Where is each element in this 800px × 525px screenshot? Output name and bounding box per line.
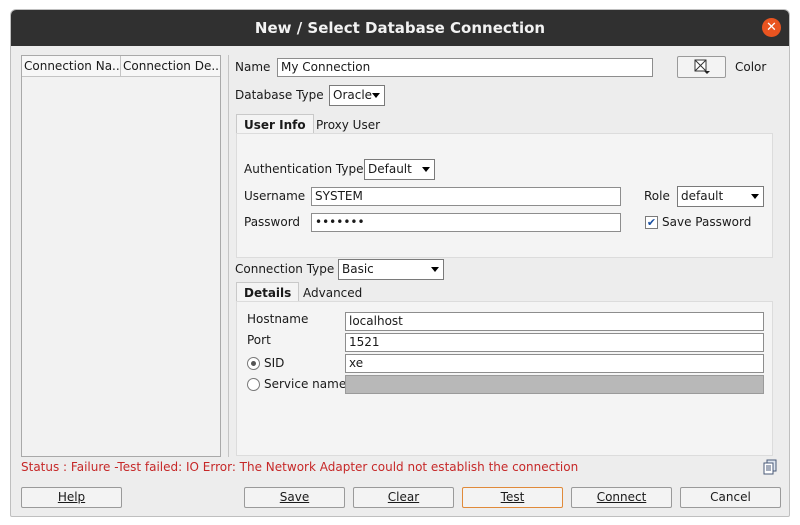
- dialog-window: New / Select Database Connection ✕ Conne…: [10, 9, 790, 517]
- role-value: default: [681, 189, 724, 203]
- tab-proxy-user[interactable]: Proxy User: [309, 115, 387, 135]
- dialog-title: New / Select Database Connection: [254, 19, 546, 37]
- title-bar: New / Select Database Connection ✕: [11, 10, 789, 46]
- username-label: Username: [244, 189, 306, 203]
- test-button[interactable]: Test: [462, 487, 563, 508]
- connection-type-select[interactable]: Basic: [338, 259, 444, 280]
- chevron-down-icon: [372, 93, 380, 98]
- authentication-type-label: Authentication Type: [244, 162, 364, 176]
- test-button-label: Test: [500, 490, 525, 504]
- connection-type-label: Connection Type: [235, 262, 335, 276]
- chevron-down-icon: [422, 167, 430, 172]
- authentication-type-value: Default: [368, 162, 412, 176]
- port-label: Port: [247, 333, 271, 347]
- password-label: Password: [244, 215, 301, 229]
- sid-input[interactable]: xe: [345, 354, 764, 373]
- clear-button[interactable]: Clear: [353, 487, 454, 508]
- connect-button-label: Connect: [596, 490, 647, 504]
- column-header-connection-details[interactable]: Connection De...: [121, 56, 220, 77]
- hostname-input[interactable]: localhost: [345, 312, 764, 331]
- copy-icon[interactable]: [762, 459, 778, 478]
- service-name-input: [345, 375, 764, 394]
- cancel-button-label: Cancel: [710, 490, 751, 504]
- tab-details[interactable]: Details: [236, 282, 300, 303]
- service-name-label: Service name: [264, 377, 347, 391]
- hostname-label: Hostname: [247, 312, 309, 326]
- splitter[interactable]: [228, 55, 229, 457]
- role-select[interactable]: default: [677, 186, 764, 207]
- cancel-button[interactable]: Cancel: [680, 487, 781, 508]
- save-password-label: Save Password: [662, 215, 752, 229]
- role-label: Role: [644, 189, 670, 203]
- password-input[interactable]: •••••••: [311, 213, 621, 232]
- clear-button-label: Clear: [387, 490, 420, 504]
- help-button[interactable]: Help: [21, 487, 122, 508]
- sid-label: SID: [264, 356, 285, 370]
- service-name-radio[interactable]: [247, 378, 260, 391]
- color-picker-button[interactable]: [677, 56, 726, 78]
- authentication-type-select[interactable]: Default: [364, 159, 435, 180]
- save-password-checkbox[interactable]: ✔: [645, 216, 658, 229]
- column-header-connection-name[interactable]: Connection Na...: [22, 56, 121, 77]
- database-type-value: Oracle: [333, 88, 373, 102]
- clipboard-icon: [763, 459, 777, 475]
- connect-button[interactable]: Connect: [571, 487, 672, 508]
- tab-user-info[interactable]: User Info: [236, 114, 314, 135]
- save-button[interactable]: Save: [244, 487, 345, 508]
- port-input[interactable]: 1521: [345, 333, 764, 352]
- help-button-label: Help: [57, 490, 86, 504]
- connections-table[interactable]: Connection Na... Connection De...: [21, 55, 221, 457]
- chevron-down-icon: [431, 267, 439, 272]
- database-type-label: Database Type: [235, 88, 324, 102]
- name-label: Name: [235, 60, 271, 74]
- chevron-down-icon: [751, 194, 759, 199]
- status-message: Status : Failure -Test failed: IO Error:…: [21, 460, 579, 474]
- username-input[interactable]: SYSTEM: [311, 187, 621, 206]
- database-type-select[interactable]: Oracle: [329, 85, 385, 106]
- tab-advanced[interactable]: Advanced: [296, 283, 369, 303]
- name-input[interactable]: My Connection: [277, 58, 653, 77]
- color-label: Color: [735, 60, 767, 74]
- sid-radio[interactable]: [247, 357, 260, 370]
- close-icon[interactable]: ✕: [762, 18, 781, 37]
- connection-type-value: Basic: [342, 262, 374, 276]
- save-button-label: Save: [279, 490, 310, 504]
- color-swatch-icon: [694, 59, 710, 74]
